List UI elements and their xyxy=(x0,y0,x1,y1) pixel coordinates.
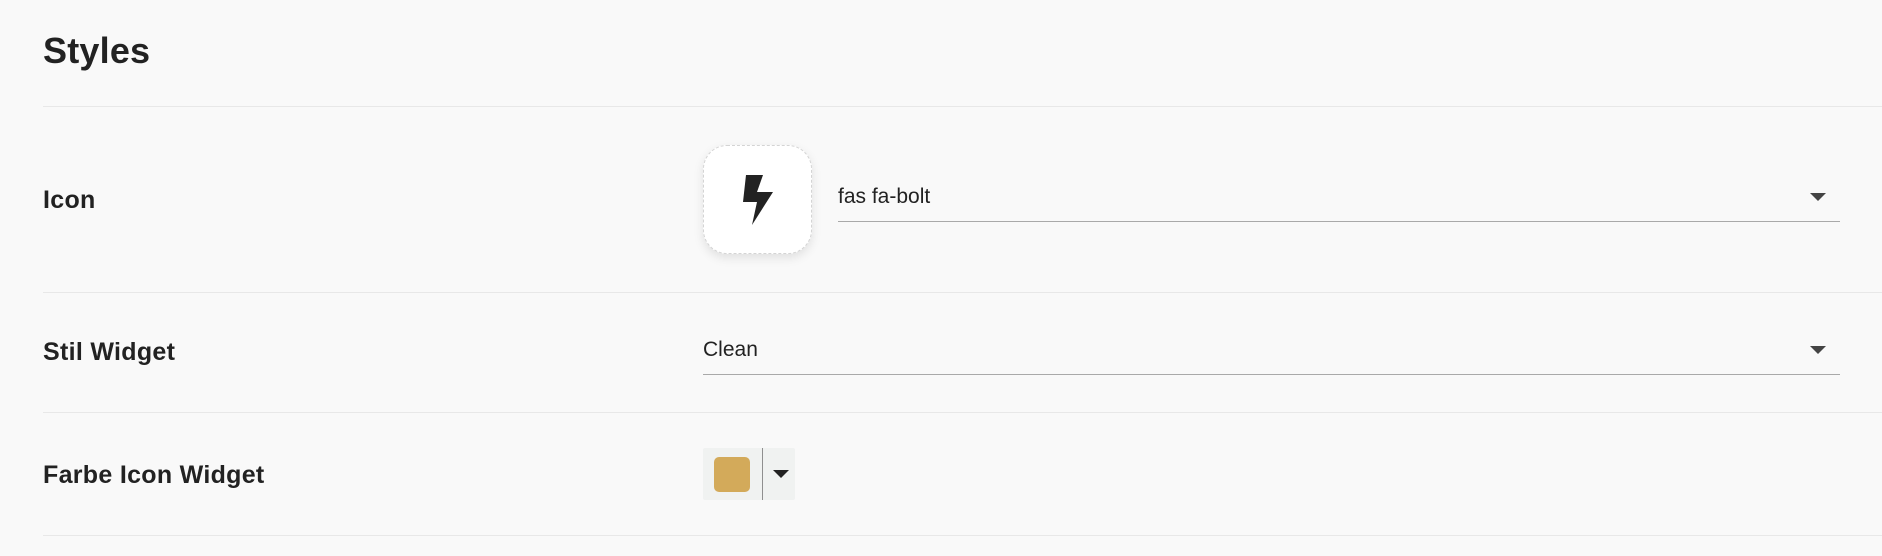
style-widget-label: Stil Widget xyxy=(43,338,176,366)
color-picker[interactable] xyxy=(703,448,795,500)
divider xyxy=(43,292,1882,293)
chevron-down-icon xyxy=(1810,193,1826,201)
style-widget-select[interactable]: Clean xyxy=(703,327,1840,375)
divider xyxy=(43,106,1882,107)
section-title: Styles xyxy=(43,30,151,71)
color-swatch[interactable] xyxy=(714,457,750,492)
icon-select-value: fas fa-bolt xyxy=(838,185,931,208)
icon-color-label: Farbe Icon Widget xyxy=(43,461,265,489)
styles-panel: Styles Icon fas fa-bolt Stil Widget Clea… xyxy=(0,0,1882,556)
chevron-down-icon xyxy=(1810,346,1826,354)
icon-preview[interactable] xyxy=(703,145,812,254)
divider xyxy=(43,535,1882,536)
chevron-down-icon[interactable] xyxy=(773,470,789,478)
icon-select[interactable]: fas fa-bolt xyxy=(838,174,1840,222)
icon-label: Icon xyxy=(43,186,96,214)
style-widget-select-value: Clean xyxy=(703,338,758,361)
picker-divider xyxy=(762,448,763,500)
bolt-icon xyxy=(742,174,773,225)
divider xyxy=(43,412,1882,413)
